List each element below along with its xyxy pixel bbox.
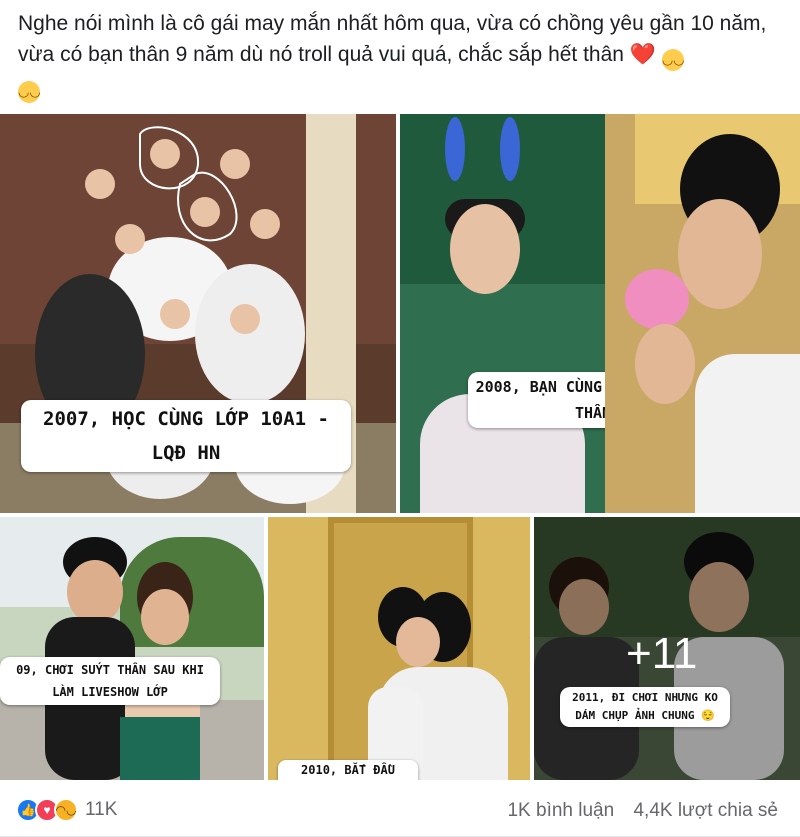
- photo-grid: 2007, HỌC CÙNG LỚP 10A1 - LQĐ HN 2008, B…: [0, 114, 800, 780]
- relieved-face-emoji-icon: ◡◡: [661, 49, 685, 71]
- shares-count-link[interactable]: 4,4K lượt chia sẻ: [633, 800, 778, 821]
- photo-6-more[interactable]: +11 2011, ĐI CHƠI NHƯNG KO DÁM CHỤP ẢNH …: [534, 517, 800, 780]
- photo-4[interactable]: 09, CHƠI SUÝT THÂN SAU KHI LÀM LIVESHOW …: [0, 517, 264, 780]
- reactions-summary[interactable]: 👍 ♥ ◠◡ 11K: [16, 798, 117, 822]
- photo-image: [0, 517, 264, 780]
- photo-caption: 2011, ĐI CHƠI NHƯNG KO DÁM CHỤP ẢNH CHUN…: [560, 687, 730, 727]
- haha-icon: ◠◡: [54, 798, 78, 822]
- photo-caption: 09, CHƠI SUÝT THÂN SAU KHI LÀM LIVESHOW …: [0, 657, 220, 705]
- reaction-count: 11K: [85, 799, 118, 820]
- photo-caption: 2010, BẮT ĐẦU CU...: [278, 760, 418, 780]
- heart-emoji-icon: ❤️: [629, 43, 656, 66]
- photo-image: [605, 114, 800, 513]
- comments-count-link[interactable]: 1K bình luận: [507, 800, 614, 821]
- photo-image: [400, 114, 605, 513]
- photo-5[interactable]: 2010, BẮT ĐẦU CU...: [268, 517, 530, 780]
- photo-1[interactable]: 2007, HỌC CÙNG LỚP 10A1 - LQĐ HN: [0, 114, 396, 513]
- more-photos-count: +11: [626, 629, 698, 678]
- photo-image: [268, 517, 530, 780]
- photo-3[interactable]: [605, 114, 800, 513]
- post-footer: 👍 ♥ ◠◡ 11K 1K bình luận 4,4K lượt chia s…: [0, 784, 800, 837]
- photo-2[interactable]: 2008, BẠN CÙNG LỚP BẮT ĐẦU THÂN: [400, 114, 605, 513]
- post-stats: 1K bình luận 4,4K lượt chia sẻ: [493, 800, 778, 822]
- post-text: Nghe nói mình là cô gái may mắn nhất hôm…: [18, 8, 788, 103]
- photo-caption: 2008, BẠN CÙNG LỚP BẮT ĐẦU THÂN: [468, 372, 605, 428]
- photo-caption: 2007, HỌC CÙNG LỚP 10A1 - LQĐ HN: [21, 400, 351, 472]
- relieved-face-emoji-icon: ◡◡: [18, 81, 41, 103]
